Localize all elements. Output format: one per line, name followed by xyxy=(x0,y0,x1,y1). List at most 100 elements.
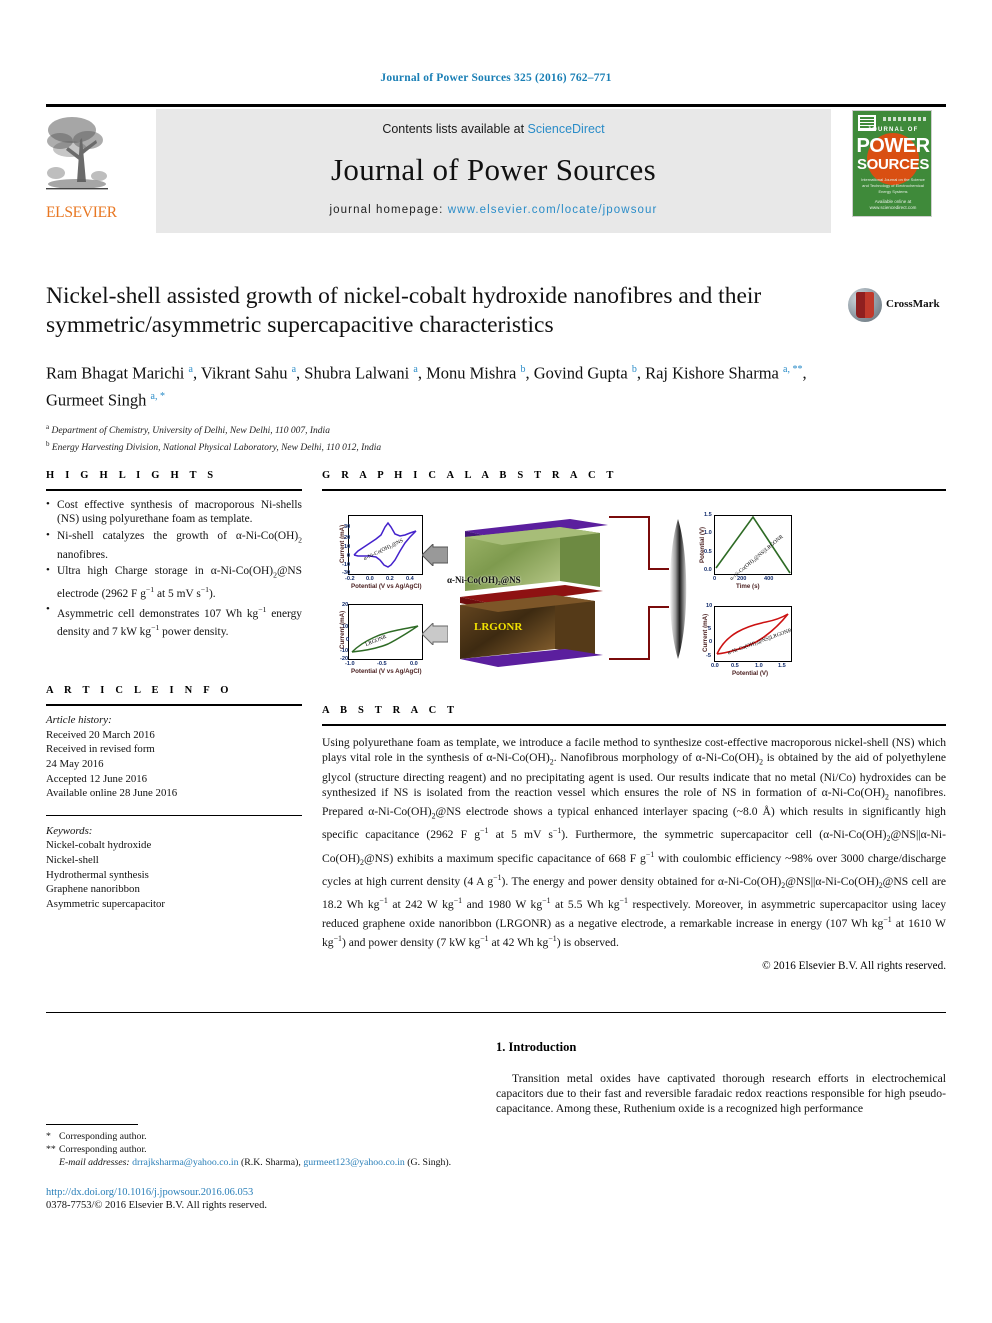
device-stack-illustration xyxy=(460,519,608,667)
keyword-item: Nickel-shell xyxy=(46,853,99,866)
xtick: 0.0 xyxy=(410,661,418,667)
xtick: -0.2 xyxy=(345,576,355,582)
xtick: -1.0 xyxy=(345,661,355,667)
cover-sources-label: SOURCES xyxy=(856,156,930,173)
footnote-block: * Corresponding author. ** Corresponding a… xyxy=(46,1124,466,1211)
xtick: 1.5 xyxy=(778,663,786,669)
paper-title: Nickel-shell assisted growth of nickel-c… xyxy=(46,283,762,338)
cover-top-text xyxy=(883,117,927,121)
homepage-url-link[interactable]: www.elsevier.com/locate/jpowsour xyxy=(448,204,658,216)
xtick: 0.0 xyxy=(711,663,719,669)
history-item: Received 20 March 2016 xyxy=(46,728,155,741)
affiliation-marker: a xyxy=(46,423,50,431)
footnote-rule xyxy=(46,1124,138,1125)
chart-xlabel: Potential (V vs Ag/AgCl) xyxy=(351,668,422,675)
history-item: Available online 28 June 2016 xyxy=(46,787,178,800)
chart-cv-ni-co-ns: 30 20 10 0 -10 -30 -0.2 0.0 0.2 0.4 Curr… xyxy=(339,515,423,590)
email-addresses-label: E-mail addresses: xyxy=(59,1157,130,1168)
elsevier-tree-icon xyxy=(46,117,108,190)
ytick: 0 xyxy=(346,637,350,643)
xtick: 0.2 xyxy=(386,576,394,582)
introduction-section: 1. Introduction Transition metal oxides … xyxy=(496,1040,946,1117)
crossmark-label: CrossMark xyxy=(886,298,940,310)
ytick: 0 xyxy=(347,553,351,559)
right-column: G R A P H I C A L A B S T R A C T 30 20 … xyxy=(322,470,946,972)
chart-xlabel: Time (s) xyxy=(736,583,760,590)
xtick: 1.0 xyxy=(755,663,763,669)
email-link-2[interactable]: gurmeet123@yahoo.co.in xyxy=(303,1157,405,1168)
elsevier-logo: ELSEVIER xyxy=(46,108,117,233)
introduction-paragraph: Transition metal oxides have captivated … xyxy=(496,1072,946,1116)
email-owner-2: (G. Singh) xyxy=(407,1157,449,1168)
graphical-abstract-heading: G R A P H I C A L A B S T R A C T xyxy=(322,470,618,481)
keywords-label: Keywords: xyxy=(46,824,93,837)
abstract-text: Using polyurethane foam as template, we … xyxy=(322,736,947,949)
chart-gcd-asymmetric: 1.5 1.0 0.5 0.0 0 200 400 Potential (V) … xyxy=(699,512,792,590)
keywords-block: Keywords: Nickel-cobalt hydroxide Nickel… xyxy=(46,824,302,912)
chart-xlabel: Potential (V) xyxy=(732,670,769,677)
issn-copyright: 0378-7753/© 2016 Elsevier B.V. All right… xyxy=(46,1200,267,1211)
block-label-bottom: LRGONR xyxy=(474,621,523,633)
xtick: -0.5 xyxy=(377,661,387,667)
article-info-heading: A R T I C L E I N F O xyxy=(46,685,233,697)
keywords-rule xyxy=(46,814,302,816)
list-item: Asymmetric cell demonstrates 107 Wh kg−1… xyxy=(46,602,302,639)
keyword-item: Hydrothermal synthesis xyxy=(46,868,149,881)
keyword-item: Graphene nanoribbon xyxy=(46,883,140,896)
chart-ylabel: Current (mA) xyxy=(339,524,346,563)
title-block: Nickel-shell assisted growth of nickel-c… xyxy=(46,282,946,455)
author-list: Ram Bhagat Marichi a, Vikrant Sahu a, Sh… xyxy=(46,363,807,410)
footnote-emails: E-mail addresses: drrajksharma@yahoo.co.… xyxy=(59,1157,452,1168)
keyword-item: Nickel-cobalt hydroxide xyxy=(46,839,152,852)
list-item: Ultra high Charge storage in α-Ni-Co(OH)… xyxy=(46,563,302,601)
xtick: 0 xyxy=(713,576,717,582)
xtick: 0.5 xyxy=(731,663,739,669)
elsevier-wordmark: ELSEVIER xyxy=(46,204,117,221)
left-column: H I G H L I G H T S Cost effective synth… xyxy=(46,470,302,911)
chart-gcd-curve xyxy=(715,515,791,574)
affiliation-marker: b xyxy=(46,440,50,449)
contents-prefix: Contents lists available at xyxy=(382,122,528,136)
sciencedirect-link[interactable]: ScienceDirect xyxy=(528,122,605,136)
cover-power-label: POWER xyxy=(856,135,930,157)
chart-ylabel: Current (mA) xyxy=(702,613,709,652)
keyword-item: Asymmetric supercapacitor xyxy=(46,897,166,910)
highlights-heading: H I G H L I G H T S xyxy=(46,470,218,481)
crossmark-badge[interactable]: CrossMark xyxy=(848,288,940,324)
journal-homepage-line: journal homepage: www.elsevier.com/locat… xyxy=(156,204,831,216)
xtick: 0.0 xyxy=(366,576,374,582)
graphical-abstract-rule xyxy=(322,489,946,491)
email-owner-1: (R.K. Sharma) xyxy=(240,1157,299,1168)
article-info-rule xyxy=(46,704,302,707)
highlights-list: Cost effective synthesis of macroporous … xyxy=(46,497,302,639)
journal-masthead: Contents lists available at ScienceDirec… xyxy=(46,104,946,235)
cover-subtitle: International Journal on the Science and… xyxy=(861,177,925,194)
article-history-block: Article history: Received 20 March 2016 … xyxy=(46,713,302,801)
homepage-prefix: journal homepage: xyxy=(329,204,448,216)
doi-link[interactable]: http://dx.doi.org/10.1016/j.jpowsour.201… xyxy=(46,1187,466,1198)
email-link-1[interactable]: drrajksharma@yahoo.co.in xyxy=(132,1157,238,1168)
chart-xlabel: Potential (V vs Ag/AgCl) xyxy=(351,583,422,590)
xtick: 400 xyxy=(764,576,774,582)
abstract-rule xyxy=(322,724,946,726)
chart-cv-lrgonr: 20 10 0 -10 -20 -1.0 -0.5 0.0 Current (m… xyxy=(339,602,423,675)
ytick: 0 xyxy=(709,639,713,645)
cover-journal-of-label: JOURNAL OF xyxy=(867,127,919,133)
journal-title: Journal of Power Sources xyxy=(331,152,656,187)
footnote-text: Corresponding author. xyxy=(59,1131,147,1142)
article-page: Journal of Power Sources 325 (2016) 762–… xyxy=(0,0,992,1323)
article-history-label: Article history: xyxy=(46,714,112,727)
history-item: Received in revised form xyxy=(46,743,155,756)
abstract-copyright: © 2016 Elsevier B.V. All rights reserved… xyxy=(762,960,946,973)
chart-cv-lrgonr-curve xyxy=(351,625,419,653)
footnote-corresponding-1: * Corresponding author. xyxy=(46,1130,466,1143)
running-head: Journal of Power Sources 325 (2016) 762–… xyxy=(380,72,612,84)
crossmark-icon xyxy=(848,288,882,322)
ytick: 20 xyxy=(342,602,349,608)
introduction-heading: 1. Introduction xyxy=(496,1040,577,1054)
cover-bottom-text: Available online at www.sciencedirect.co… xyxy=(869,199,917,210)
asterisk-icon: * xyxy=(46,1131,51,1142)
history-item: 24 May 2016 xyxy=(46,757,104,770)
crossmark-book-glyph xyxy=(856,292,874,318)
double-asterisk-icon: ** xyxy=(46,1144,56,1155)
